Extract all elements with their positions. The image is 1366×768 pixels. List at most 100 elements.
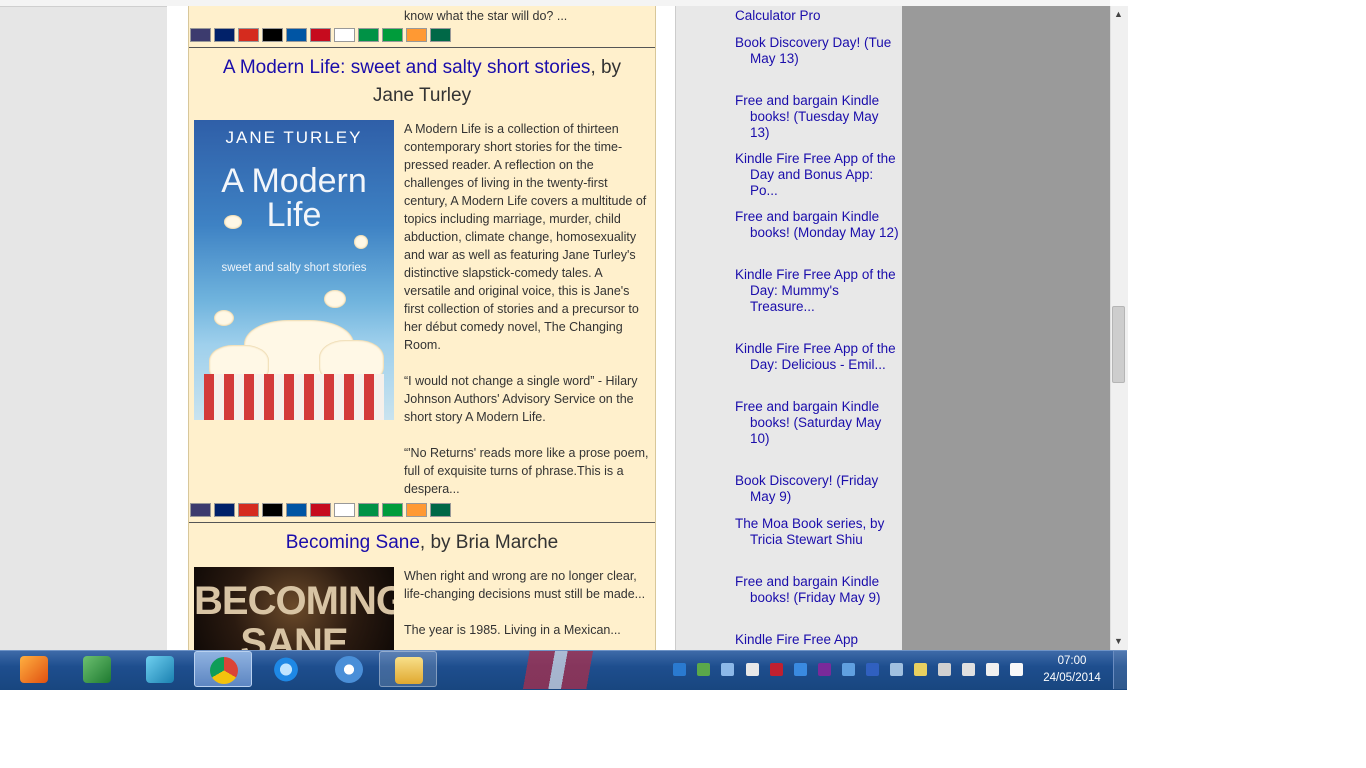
book-title-link[interactable]: Becoming Sane: [286, 532, 420, 553]
popcorn-piece: [354, 235, 368, 249]
book-cover-becoming-sane[interactable]: BECOMING SANE: [194, 567, 394, 650]
bluetooth-icon[interactable]: [866, 663, 879, 676]
taskbar-excel-button[interactable]: [68, 651, 126, 687]
sidebar-post-link[interactable]: Free and bargain Kindle books! (Friday M…: [735, 574, 900, 606]
network-signal-icon[interactable]: [938, 663, 951, 676]
sidebar-post-link[interactable]: Free and bargain Kindle books! (Tuesday …: [735, 93, 900, 141]
cover-author: JANE TURLEY: [225, 128, 363, 147]
explorer-folder-icon: [395, 657, 423, 684]
taskbar-media-player-button[interactable]: [5, 651, 63, 687]
popcorn-piece: [324, 290, 346, 308]
network-tool-icon: [335, 656, 363, 683]
tray-app-icon[interactable]: [914, 663, 927, 676]
brazil-flag[interactable]: [382, 28, 403, 42]
spain-flag[interactable]: [310, 503, 331, 517]
tray-app-icon[interactable]: [794, 663, 807, 676]
cover-subtitle: sweet and salty short stories: [221, 262, 367, 274]
spain-flag[interactable]: [310, 28, 331, 42]
france-flag[interactable]: [286, 503, 307, 517]
sidebar-post-link[interactable]: Kindle Fire Free App of the Day and Bonu…: [735, 151, 900, 199]
popcorn-box-stripes: [204, 374, 384, 420]
popcorn-piece: [214, 310, 234, 326]
japan-flag[interactable]: [334, 503, 355, 517]
store-flags-row: [190, 28, 451, 44]
sidebar-post-link[interactable]: Kindle Fire Free App of the Day: Delicio…: [735, 341, 900, 373]
taskbar-clock-time[interactable]: 07:00: [1040, 655, 1104, 667]
taskbar-clock-date[interactable]: 24/05/2014: [1040, 672, 1104, 684]
media-player-icon: [20, 656, 48, 683]
show-desktop-button[interactable]: [1113, 651, 1128, 689]
chrome-icon: [210, 657, 238, 684]
cover-title-line2: Life: [266, 196, 322, 234]
sidebar-post-link[interactable]: Kindle Fire Free App: [735, 632, 900, 648]
canada-flag[interactable]: [238, 28, 259, 42]
sidebar-post-link[interactable]: Book Discovery Day! (Tue May 13): [735, 35, 900, 67]
sidebar-post-link[interactable]: Free and bargain Kindle books! (Monday M…: [735, 209, 900, 241]
tray-app-icon[interactable]: [890, 663, 903, 676]
sidebar-post-link[interactable]: The Moa Book series, by Tricia Stewart S…: [735, 516, 900, 548]
blog-archive-sidebar: Calculator Pro Book Discovery Day! (Tue …: [675, 6, 902, 650]
book-description: A Modern Life is a collection of thirtee…: [404, 122, 649, 496]
sidebar-post-link[interactable]: Book Discovery! (Friday May 9): [735, 473, 900, 505]
action-center-flag-icon[interactable]: [1010, 663, 1023, 676]
book-title-heading: A Modern Life: sweet and salty short sto…: [189, 54, 655, 110]
page-right-margin: [901, 6, 1110, 650]
taskbar-explorer-button[interactable]: [379, 651, 437, 687]
scroll-down-arrow-icon[interactable]: ▼: [1110, 633, 1127, 650]
uk-flag[interactable]: [214, 503, 235, 517]
store-flags-row: [190, 503, 451, 519]
cover-title-line1: BECOMING: [194, 579, 394, 623]
taskbar-wallpaper-stripe: [498, 651, 618, 689]
japan-flag[interactable]: [334, 28, 355, 42]
sidebar-post-link[interactable]: Kindle Fire Free App of the Day: Mummy's…: [735, 267, 900, 315]
us-flag[interactable]: [190, 28, 211, 42]
mexico-flag[interactable]: [430, 503, 451, 517]
book-author: Jane Turley: [372, 85, 472, 106]
tray-app-icon[interactable]: [746, 663, 759, 676]
book-cover-a-modern-life[interactable]: JANE TURLEY A Modern Life sweet and salt…: [194, 120, 394, 420]
internet-explorer-icon: [272, 656, 300, 683]
tray-app-icon[interactable]: [842, 663, 855, 676]
india-flag[interactable]: [406, 28, 427, 42]
uk-flag[interactable]: [214, 28, 235, 42]
scroll-up-arrow-icon[interactable]: ▲: [1110, 6, 1127, 23]
book-description: When right and wrong are no longer clear…: [404, 569, 646, 637]
tray-app-icon[interactable]: [673, 663, 686, 676]
tray-app-icon[interactable]: [697, 663, 710, 676]
india-flag[interactable]: [406, 503, 427, 517]
sidebar-post-link[interactable]: Calculator Pro: [735, 8, 900, 24]
browser-viewport: know what the star will do? ... A Modern…: [0, 0, 1110, 650]
book-title-link[interactable]: A Modern Life: sweet and salty short sto…: [223, 57, 591, 78]
scrollbar-thumb[interactable]: [1112, 306, 1125, 383]
cover-title-line2: SANE: [240, 621, 348, 650]
canada-flag[interactable]: [238, 503, 259, 517]
germany-flag[interactable]: [262, 28, 283, 42]
previous-book-description-tail: know what the star will do? ...: [404, 9, 568, 23]
volume-icon[interactable]: [962, 663, 975, 676]
taskbar-help-button[interactable]: [131, 651, 189, 687]
germany-flag[interactable]: [262, 503, 283, 517]
italy-flag[interactable]: [358, 503, 379, 517]
taskbar-internet-explorer-button[interactable]: [257, 651, 315, 687]
sidebar-post-link[interactable]: Free and bargain Kindle books! (Saturday…: [735, 399, 900, 447]
book-list-column: know what the star will do? ... A Modern…: [188, 6, 656, 650]
taskbar-network-tool-button[interactable]: [320, 651, 378, 687]
italy-flag[interactable]: [358, 28, 379, 42]
brazil-flag[interactable]: [382, 503, 403, 517]
excel-icon: [83, 656, 111, 683]
tray-app-icon[interactable]: [721, 663, 734, 676]
book-title-by: , by Bria Marche: [419, 532, 559, 553]
popcorn-piece: [224, 215, 242, 229]
book-title-heading: Becoming Sane, by Bria Marche: [189, 529, 655, 557]
help-icon: [146, 656, 174, 683]
taskbar-chrome-button[interactable]: [194, 651, 252, 687]
us-flag[interactable]: [190, 503, 211, 517]
antivirus-shield-icon[interactable]: [770, 663, 783, 676]
onenote-icon[interactable]: [818, 663, 831, 676]
power-icon[interactable]: [986, 663, 999, 676]
mexico-flag[interactable]: [430, 28, 451, 42]
book-divider: [189, 522, 655, 523]
book-divider: [189, 47, 655, 48]
france-flag[interactable]: [286, 28, 307, 42]
cover-title-line1: A Modern: [221, 162, 367, 200]
